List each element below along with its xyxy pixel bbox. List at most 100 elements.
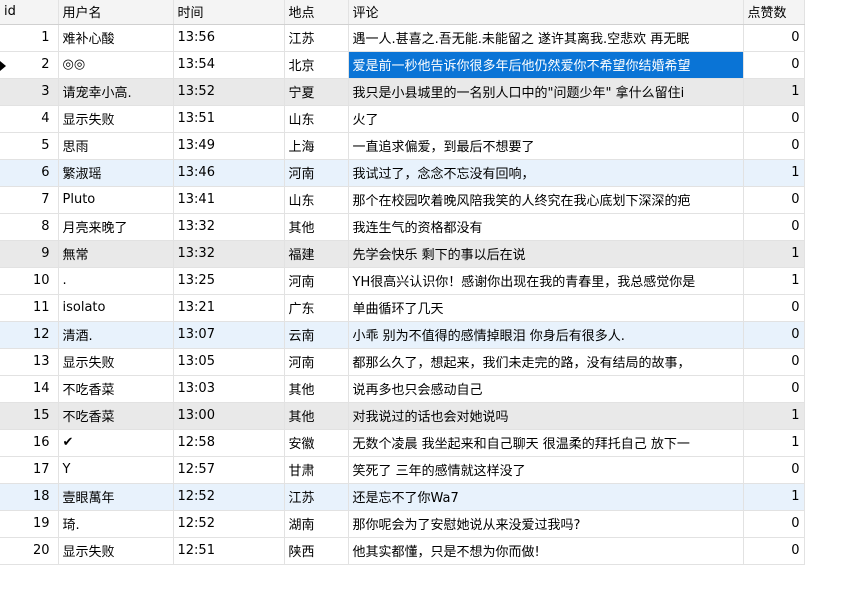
column-header-username[interactable]: 用户名: [58, 0, 174, 25]
table-row[interactable]: 2 ◎◎ 13:54 北京 爱是前一秒他告诉你很多年后他仍然爱你不希望你结婚希望 0: [0, 51, 805, 79]
cell-username[interactable]: Y: [58, 456, 174, 484]
column-header-place[interactable]: 地点: [284, 0, 349, 25]
table-row[interactable]: 8 月亮来晚了 13:32 其他 我连生气的资格都没有 0: [0, 213, 805, 241]
cell-username[interactable]: 清酒.: [58, 321, 174, 349]
cell-username[interactable]: .: [58, 267, 174, 295]
cell-place[interactable]: 湖南: [284, 510, 349, 538]
cell-id[interactable]: 17: [0, 456, 59, 484]
cell-likes[interactable]: 1: [743, 159, 805, 187]
table-row[interactable]: 5 思雨 13:49 上海 一直追求偏爱，到最后不想要了 0: [0, 132, 805, 160]
cell-username[interactable]: Pluto: [58, 186, 174, 214]
cell-comment[interactable]: 无数个凌晨 我坐起来和自己聊天 很温柔的拜托自己 放下一: [348, 429, 744, 457]
cell-place[interactable]: 山东: [284, 186, 349, 214]
cell-place[interactable]: 广东: [284, 294, 349, 322]
table-row[interactable]: 4 显示失败 13:51 山东 火了 0: [0, 105, 805, 133]
cell-likes[interactable]: 0: [743, 24, 805, 52]
cell-id[interactable]: 12: [0, 321, 59, 349]
cell-likes[interactable]: 1: [743, 240, 805, 268]
table-row[interactable]: 15 不吃香菜 13:00 其他 对我说过的话也会对她说吗 1: [0, 402, 805, 430]
cell-time[interactable]: 13:51: [173, 105, 285, 133]
column-header-time[interactable]: 时间: [173, 0, 285, 25]
cell-time[interactable]: 13:03: [173, 375, 285, 403]
cell-likes[interactable]: 0: [743, 294, 805, 322]
cell-username[interactable]: ✔: [58, 429, 174, 457]
cell-likes[interactable]: 0: [743, 132, 805, 160]
cell-time[interactable]: 13:32: [173, 240, 285, 268]
table-row[interactable]: 20 显示失败 12:51 陕西 他其实都懂，只是不想为你而做! 0: [0, 537, 805, 565]
cell-id[interactable]: 5: [0, 132, 59, 160]
cell-id[interactable]: 16: [0, 429, 59, 457]
cell-likes[interactable]: 1: [743, 78, 805, 106]
cell-place[interactable]: 其他: [284, 375, 349, 403]
table-row[interactable]: 9 無常 13:32 福建 先学会快乐 剩下的事以后在说 1: [0, 240, 805, 268]
cell-comment[interactable]: 我试过了，念念不忘没有回响，: [348, 159, 744, 187]
cell-place[interactable]: 河南: [284, 267, 349, 295]
cell-time[interactable]: 13:05: [173, 348, 285, 376]
cell-time[interactable]: 13:49: [173, 132, 285, 160]
cell-place[interactable]: 其他: [284, 402, 349, 430]
cell-time[interactable]: 12:52: [173, 510, 285, 538]
cell-username[interactable]: 琦.: [58, 510, 174, 538]
table-row[interactable]: 11 isolato 13:21 广东 单曲循环了几天 0: [0, 294, 805, 322]
table-row[interactable]: 1 难补心酸 13:56 江苏 遇一人.甚喜之.吾无能.未能留之 遂许其离我.空悲欢 再…: [0, 24, 805, 52]
cell-place[interactable]: 江苏: [284, 483, 349, 511]
cell-id[interactable]: 10: [0, 267, 59, 295]
cell-likes[interactable]: 1: [743, 267, 805, 295]
table-row[interactable]: 7 Pluto 13:41 山东 那个在校园吹着晚风陪我笑的人终究在我心底划下深深的疤 0: [0, 186, 805, 214]
cell-time[interactable]: 13:41: [173, 186, 285, 214]
cell-place[interactable]: 福建: [284, 240, 349, 268]
cell-time[interactable]: 13:32: [173, 213, 285, 241]
cell-username[interactable]: isolato: [58, 294, 174, 322]
cell-place[interactable]: 江苏: [284, 24, 349, 52]
cell-id[interactable]: 8: [0, 213, 59, 241]
cell-time[interactable]: 12:52: [173, 483, 285, 511]
cell-place[interactable]: 上海: [284, 132, 349, 160]
cell-id[interactable]: 3: [0, 78, 59, 106]
table-row[interactable]: 13 显示失败 13:05 河南 都那么久了，想起来，我们未走完的路，没有结局的故事， 0: [0, 348, 805, 376]
cell-comment[interactable]: 遇一人.甚喜之.吾无能.未能留之 遂许其离我.空悲欢 再无眠: [348, 24, 744, 52]
cell-place[interactable]: 北京: [284, 51, 349, 79]
cell-time[interactable]: 13:52: [173, 78, 285, 106]
cell-comment[interactable]: 先学会快乐 剩下的事以后在说: [348, 240, 744, 268]
cell-username[interactable]: 难补心酸: [58, 24, 174, 52]
cell-comment[interactable]: 单曲循环了几天: [348, 294, 744, 322]
cell-comment[interactable]: YH很高兴认识你！感谢你出现在我的青春里，我总感觉你是: [348, 267, 744, 295]
cell-time[interactable]: 13:07: [173, 321, 285, 349]
table-row[interactable]: 10. 13:25 河南 YH很高兴认识你！感谢你出现在我的青春里，我总感觉你是 1: [0, 267, 805, 295]
cell-likes[interactable]: 0: [743, 375, 805, 403]
cell-username[interactable]: 显示失败: [58, 348, 174, 376]
results-grid[interactable]: id 用户名 时间 地点 评论 点赞数 1 难补心酸 13:56 江苏 遇一人.甚喜之.…: [0, 0, 805, 565]
cell-likes[interactable]: 1: [743, 483, 805, 511]
cell-username[interactable]: 显示失败: [58, 105, 174, 133]
cell-username[interactable]: 请宠幸小高.: [58, 78, 174, 106]
table-row[interactable]: 14 不吃香菜 13:03 其他 说再多也只会感动自己 0: [0, 375, 805, 403]
cell-place[interactable]: 甘肃: [284, 456, 349, 484]
table-row[interactable]: 3 请宠幸小高. 13:52 宁夏 我只是小县城里的一名别人口中的"问题少年" 拿什么留…: [0, 78, 805, 106]
cell-comment[interactable]: 小乖 别为不值得的感情掉眼泪 你身后有很多人.: [348, 321, 744, 349]
cell-username[interactable]: 不吃香菜: [58, 375, 174, 403]
cell-username[interactable]: 显示失败: [58, 537, 174, 565]
cell-time[interactable]: 13:25: [173, 267, 285, 295]
cell-username[interactable]: 思雨: [58, 132, 174, 160]
cell-comment[interactable]: 都那么久了，想起来，我们未走完的路，没有结局的故事，: [348, 348, 744, 376]
cell-id[interactable]: 15: [0, 402, 59, 430]
cell-place[interactable]: 河南: [284, 348, 349, 376]
column-header-likes[interactable]: 点赞数: [743, 0, 805, 25]
column-header-comment[interactable]: 评论: [348, 0, 744, 25]
cell-time[interactable]: 12:51: [173, 537, 285, 565]
cell-place[interactable]: 宁夏: [284, 78, 349, 106]
cell-likes[interactable]: 1: [743, 429, 805, 457]
table-row[interactable]: 19 琦. 12:52 湖南 那你呢会为了安慰她说从来没爱过我吗? 0: [0, 510, 805, 538]
cell-place[interactable]: 云南: [284, 321, 349, 349]
cell-time[interactable]: 13:00: [173, 402, 285, 430]
cell-id[interactable]: 11: [0, 294, 59, 322]
cell-id[interactable]: 13: [0, 348, 59, 376]
cell-username[interactable]: 不吃香菜: [58, 402, 174, 430]
cell-comment[interactable]: 还是忘不了你Wa7: [348, 483, 744, 511]
cell-likes[interactable]: 0: [743, 51, 805, 79]
cell-place[interactable]: 河南: [284, 159, 349, 187]
table-row[interactable]: 18 壹眼萬年 12:52 江苏 还是忘不了你Wa7 1: [0, 483, 805, 511]
cell-time[interactable]: 13:46: [173, 159, 285, 187]
cell-comment[interactable]: 我只是小县城里的一名别人口中的"问题少年" 拿什么留住i: [348, 78, 744, 106]
cell-time[interactable]: 13:21: [173, 294, 285, 322]
